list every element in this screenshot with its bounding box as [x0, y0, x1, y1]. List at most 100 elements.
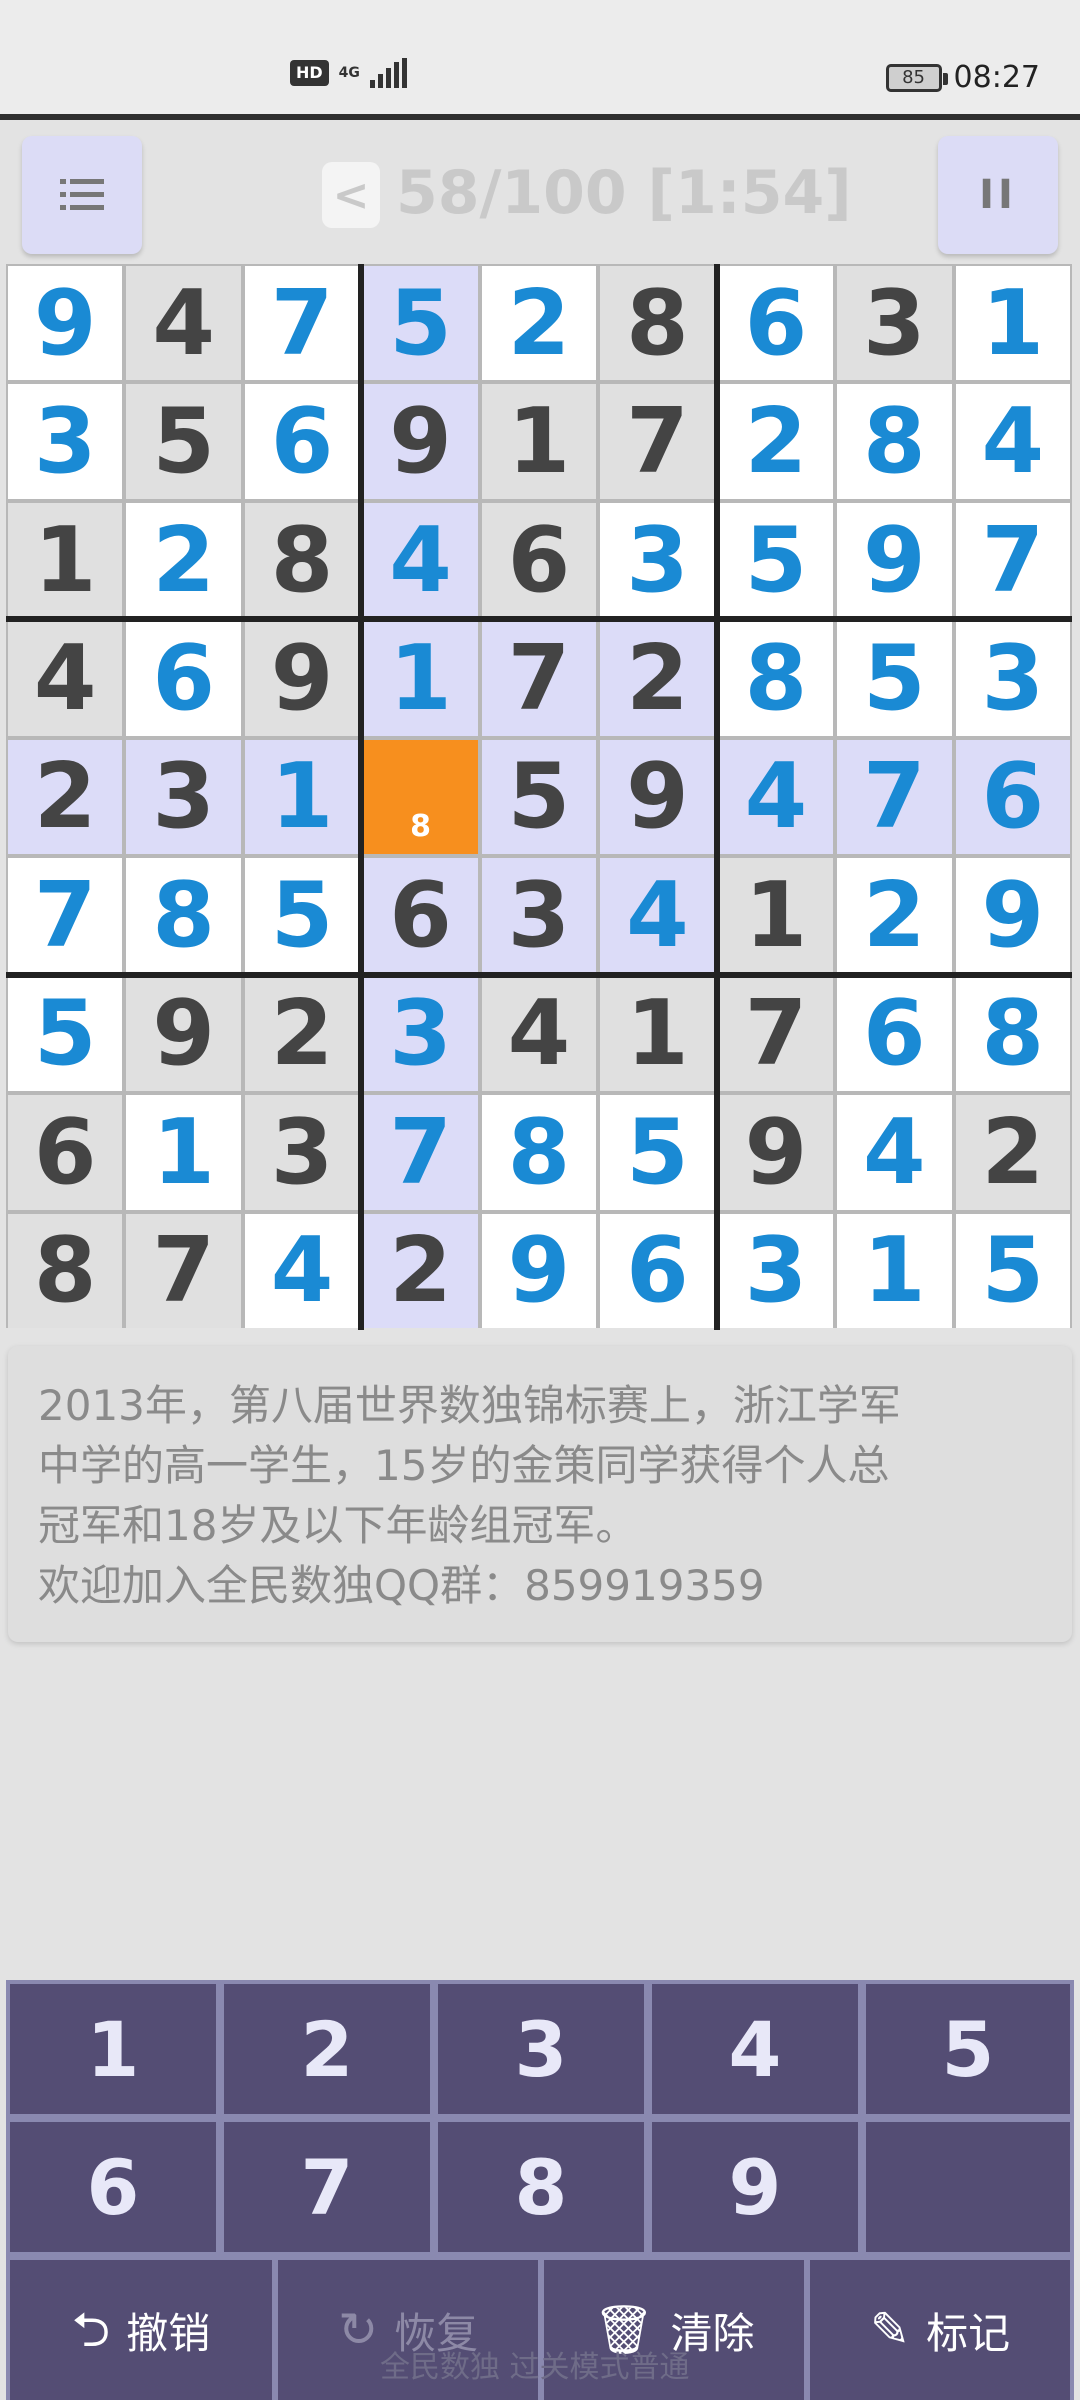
sudoku-cell[interactable]: 5	[837, 621, 952, 736]
undo-button[interactable]: ⮌ 撤销	[10, 2260, 272, 2400]
digit-9-button[interactable]: 9	[652, 2122, 858, 2252]
sudoku-cell[interactable]: 8	[126, 858, 241, 973]
sudoku-cell[interactable]: 9	[481, 1213, 597, 1328]
sudoku-cell[interactable]: 5	[600, 1095, 715, 1210]
sudoku-cell[interactable]: 3	[126, 739, 241, 855]
digit-6-button[interactable]: 6	[10, 2122, 216, 2252]
sudoku-cell[interactable]: 9	[244, 621, 360, 736]
sudoku-cell[interactable]: 1	[718, 858, 834, 973]
sudoku-cell[interactable]: 2	[955, 1095, 1070, 1210]
sudoku-cell[interactable]: 6	[8, 1095, 123, 1210]
sudoku-cell[interactable]: 8	[481, 1095, 597, 1210]
digit-5-button[interactable]: 5	[866, 1984, 1070, 2114]
sudoku-cell[interactable]: 8	[363, 739, 478, 855]
mark-button[interactable]: ✎ 标记	[810, 2260, 1070, 2400]
sudoku-cell[interactable]: 2	[8, 739, 123, 855]
sudoku-cell[interactable]: 6	[126, 621, 241, 736]
sudoku-cell[interactable]: 4	[600, 858, 715, 973]
sudoku-cell[interactable]: 2	[481, 266, 597, 381]
sudoku-cell[interactable]: 6	[837, 976, 952, 1092]
sudoku-cell[interactable]: 6	[363, 858, 478, 973]
sudoku-cell[interactable]: 7	[363, 1095, 478, 1210]
sudoku-cell[interactable]: 5	[481, 739, 597, 855]
sudoku-cell[interactable]: 4	[126, 266, 241, 381]
sudoku-cell[interactable]: 6	[244, 384, 360, 499]
sudoku-cell[interactable]: 5	[8, 976, 123, 1092]
menu-button[interactable]	[22, 136, 142, 254]
sudoku-cell[interactable]: 3	[718, 1213, 834, 1328]
sudoku-cell[interactable]: 6	[955, 739, 1070, 855]
sudoku-cell[interactable]: 6	[481, 502, 597, 618]
sudoku-cell[interactable]: 4	[8, 621, 123, 736]
sudoku-cell[interactable]: 2	[244, 976, 360, 1092]
previous-level-button[interactable]: <	[322, 162, 380, 228]
digit-7-button[interactable]: 7	[224, 2122, 430, 2252]
sudoku-cell[interactable]: 3	[600, 502, 715, 618]
sudoku-cell[interactable]: 2	[363, 1213, 478, 1328]
digit-8-button[interactable]: 8	[438, 2122, 644, 2252]
sudoku-cell[interactable]: 8	[718, 621, 834, 736]
sudoku-cell[interactable]: 5	[363, 266, 478, 381]
sudoku-cell[interactable]: 4	[837, 1095, 952, 1210]
sudoku-cell[interactable]: 2	[837, 858, 952, 973]
sudoku-cell[interactable]: 1	[244, 739, 360, 855]
sudoku-cell[interactable]: 6	[718, 266, 834, 381]
sudoku-cell[interactable]: 8	[244, 502, 360, 618]
sudoku-cell[interactable]: 2	[718, 384, 834, 499]
sudoku-cell[interactable]: 7	[481, 621, 597, 736]
sudoku-cell[interactable]: 9	[363, 384, 478, 499]
sudoku-cell[interactable]: 5	[718, 502, 834, 618]
sudoku-cell[interactable]: 5	[244, 858, 360, 973]
sudoku-cell[interactable]: 4	[955, 384, 1070, 499]
sudoku-cell[interactable]: 4	[244, 1213, 360, 1328]
sudoku-cell[interactable]: 9	[837, 502, 952, 618]
sudoku-cell[interactable]: 1	[126, 1095, 241, 1210]
sudoku-cell[interactable]: 1	[8, 502, 123, 618]
sudoku-cell[interactable]: 3	[955, 621, 1070, 736]
sudoku-cell[interactable]: 9	[718, 1095, 834, 1210]
box-divider	[6, 971, 1072, 978]
sudoku-cell[interactable]: 9	[600, 739, 715, 855]
sudoku-cell[interactable]: 2	[126, 502, 241, 618]
digit-1-button[interactable]: 1	[10, 1984, 216, 2114]
hd-badge: HD	[290, 60, 329, 86]
sudoku-cell[interactable]: 9	[126, 976, 241, 1092]
sudoku-cell[interactable]: 6	[600, 1213, 715, 1328]
sudoku-cell[interactable]: 7	[126, 1213, 241, 1328]
sudoku-cell[interactable]: 3	[363, 976, 478, 1092]
sudoku-cell[interactable]: 3	[8, 384, 123, 499]
digit-4-button[interactable]: 4	[652, 1984, 858, 2114]
sudoku-cell[interactable]: 1	[837, 1213, 952, 1328]
sudoku-cell[interactable]: 8	[600, 266, 715, 381]
sudoku-cell[interactable]: 8	[837, 384, 952, 499]
signal-icon	[369, 58, 407, 88]
sudoku-cell[interactable]: 4	[718, 739, 834, 855]
sudoku-cell[interactable]: 2	[600, 621, 715, 736]
sudoku-cell[interactable]: 7	[837, 739, 952, 855]
sudoku-cell[interactable]: 9	[8, 266, 123, 381]
keypad-empty-slot	[866, 2122, 1070, 2252]
sudoku-cell[interactable]: 8	[8, 1213, 123, 1328]
sudoku-cell[interactable]: 7	[955, 502, 1070, 618]
sudoku-cell[interactable]: 1	[600, 976, 715, 1092]
digit-2-button[interactable]: 2	[224, 1984, 430, 2114]
undo-label: 撤销	[126, 2308, 211, 2358]
digit-3-button[interactable]: 3	[438, 1984, 644, 2114]
sudoku-cell[interactable]: 3	[244, 1095, 360, 1210]
sudoku-cell[interactable]: 1	[955, 266, 1070, 381]
sudoku-cell[interactable]: 7	[600, 384, 715, 499]
sudoku-cell[interactable]: 5	[955, 1213, 1070, 1328]
sudoku-cell[interactable]: 7	[8, 858, 123, 973]
sudoku-cell[interactable]: 5	[126, 384, 241, 499]
sudoku-cell[interactable]: 9	[955, 858, 1070, 973]
sudoku-cell[interactable]: 4	[363, 502, 478, 618]
sudoku-cell[interactable]: 3	[837, 266, 952, 381]
sudoku-cell[interactable]: 8	[955, 976, 1070, 1092]
sudoku-cell[interactable]: 1	[481, 384, 597, 499]
sudoku-cell[interactable]: 3	[481, 858, 597, 973]
pause-button[interactable]: II	[938, 136, 1058, 254]
sudoku-cell[interactable]: 7	[718, 976, 834, 1092]
sudoku-cell[interactable]: 1	[363, 621, 478, 736]
sudoku-cell[interactable]: 4	[481, 976, 597, 1092]
sudoku-cell[interactable]: 7	[244, 266, 360, 381]
